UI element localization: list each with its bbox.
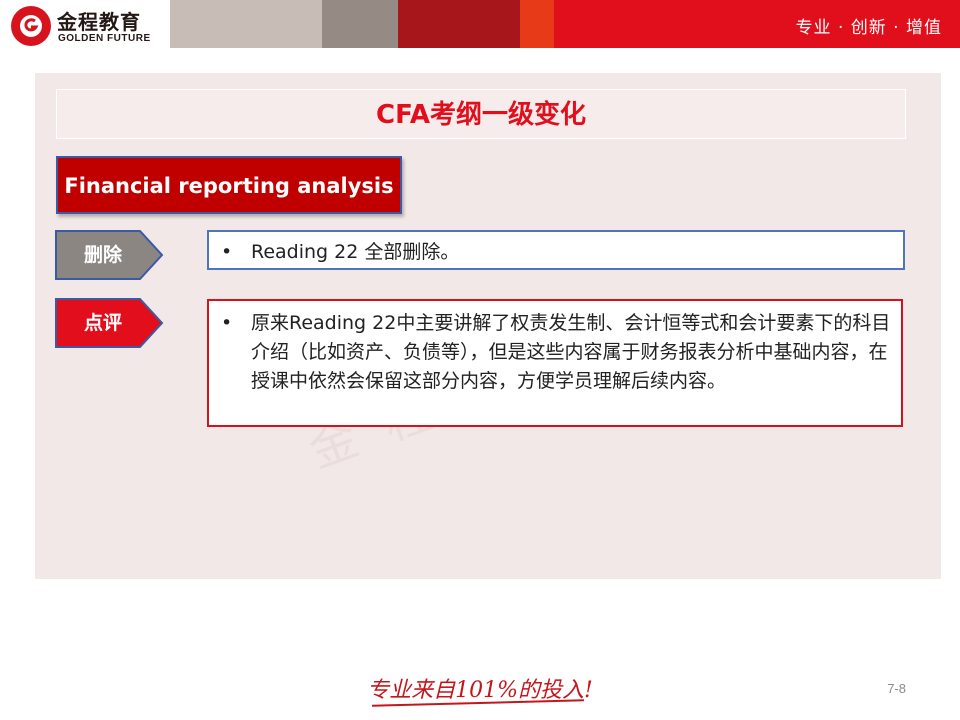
tag-delete: 删除: [55, 230, 164, 280]
logo-name-cn: 金程教育: [57, 10, 141, 34]
logo: 金程教育 GOLDEN FUTURE: [0, 0, 170, 48]
section-label: Financial reporting analysis: [64, 174, 394, 198]
delete-note-text: Reading 22 全部删除。: [251, 241, 460, 263]
footer-slogan: 专业来自101%的投入!: [367, 678, 593, 703]
header-band: [322, 0, 398, 48]
comment-text: 原来Reading 22中主要讲解了权责发生制、会计恒等式和会计要素下的科目介绍…: [251, 312, 891, 392]
header-slogan: 专业 · 创新 · 增值: [795, 18, 942, 38]
section-header: Financial reporting analysis: [56, 156, 402, 214]
slide-header: 金程教育 GOLDEN FUTURE 专业 · 创新 · 增值: [0, 0, 960, 48]
bullet: •: [221, 312, 233, 334]
logo-emblem-icon: [11, 6, 51, 46]
comment-box: • 原来Reading 22中主要讲解了权责发生制、会计恒等式和会计要素下的科目…: [207, 299, 903, 427]
slide-title: CFA考纲一级变化: [376, 100, 586, 130]
bullet: •: [221, 241, 233, 263]
logo-name-en: GOLDEN FUTURE: [58, 33, 151, 44]
tag-label: 点评: [83, 312, 122, 334]
header-band: [170, 0, 322, 48]
delete-note-box: • Reading 22 全部删除。: [207, 230, 905, 270]
header-band: [398, 0, 520, 48]
tag-comment: 点评: [55, 298, 164, 348]
tag-label: 删除: [83, 244, 122, 266]
page-number: 7-8: [887, 681, 906, 696]
header-band: [520, 0, 554, 48]
